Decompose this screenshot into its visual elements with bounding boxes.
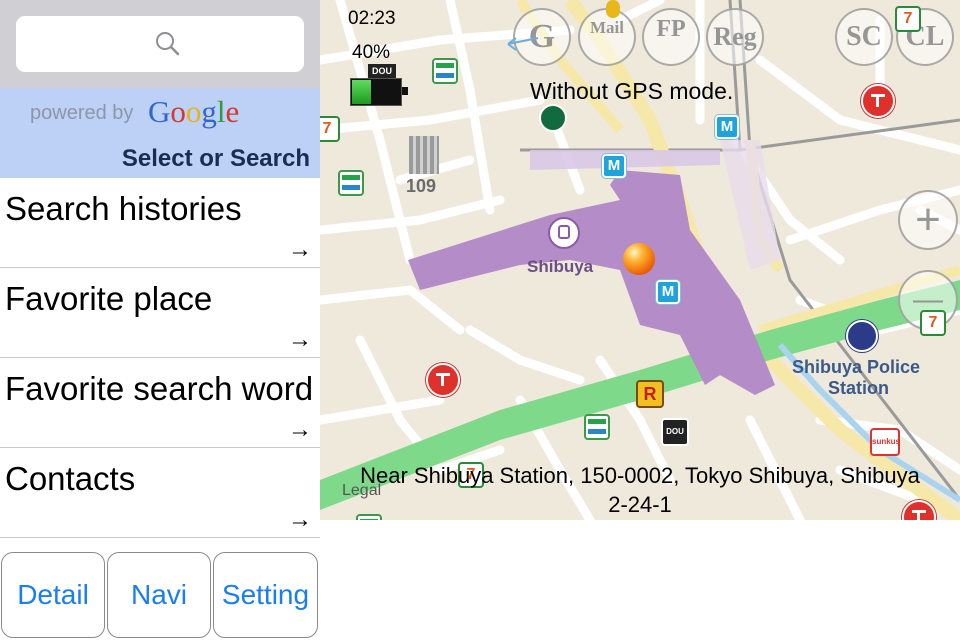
detail-button[interactable]: Detail — [1, 552, 105, 638]
arrow-right-icon: → — [288, 416, 312, 443]
building-label: 109 — [406, 176, 437, 196]
current-location-marker-icon[interactable] — [623, 243, 655, 275]
battery-icon — [350, 78, 402, 106]
arrow-right-icon: → — [288, 506, 312, 533]
google-logo-letter: l — [216, 94, 226, 129]
seven-eleven-icon: 7 — [920, 310, 946, 336]
menu-item-label: Favorite search word — [5, 370, 314, 407]
google-logo-letter: o — [185, 94, 202, 129]
menu-item-favorite-search-word[interactable]: Favorite search word → — [0, 358, 320, 448]
back-arrow-icon — [507, 37, 539, 51]
battery-tip — [402, 87, 408, 95]
sc-button[interactable]: SC — [835, 8, 893, 66]
search-icon — [156, 32, 180, 56]
police-station-label-line2: Station — [828, 378, 889, 398]
search-input[interactable] — [16, 16, 304, 72]
starbucks-icon — [539, 104, 567, 132]
post-office-icon — [861, 84, 895, 118]
search-area — [0, 0, 320, 88]
metro-station-icon: M — [602, 154, 626, 178]
dou-shop-icon: DOU — [661, 418, 689, 446]
metro-station-icon: M — [656, 280, 680, 304]
mail-button-label: Mail — [590, 18, 624, 37]
menu-item-contacts[interactable]: Contacts → — [0, 448, 320, 538]
legal-link[interactable]: Legal — [342, 482, 381, 500]
time-text: 02:23 — [348, 8, 396, 29]
menu-item-label: Contacts — [5, 460, 136, 497]
reg-button[interactable]: Reg — [706, 8, 764, 66]
metro-station-icon: M — [715, 115, 739, 139]
station-label: Shibuya — [527, 257, 594, 276]
menu-item-favorite-place[interactable]: Favorite place → — [0, 268, 320, 358]
google-logo: Google — [148, 94, 239, 130]
setting-button[interactable]: Setting — [213, 552, 318, 638]
r-shop-icon: R — [636, 380, 664, 408]
arrow-right-icon: → — [288, 326, 312, 353]
battery-fill — [352, 80, 371, 104]
google-logo-letter: G — [148, 94, 171, 129]
map-view[interactable]: 02:23 40% DOU G Mail FP Reg SC CL Withou… — [320, 0, 960, 520]
menu-item-label: Search histories — [5, 190, 242, 227]
police-station-label: Shibuya Police — [792, 357, 921, 377]
post-office-icon — [426, 363, 460, 397]
dou-badge: DOU — [368, 64, 396, 78]
battery-percent-text: 40% — [352, 42, 391, 63]
powered-by-text: powered by — [30, 102, 134, 124]
menu-item-label: Favorite place — [5, 280, 213, 317]
seven-eleven-icon: 7 — [320, 116, 340, 142]
address-line2: 2-24-1 — [608, 492, 672, 517]
google-logo-letter: e — [225, 94, 240, 129]
mail-button[interactable]: Mail — [578, 8, 636, 66]
police-icon — [846, 320, 878, 352]
familymart-icon — [338, 170, 364, 196]
building-icon — [409, 136, 439, 174]
left-panel: powered by Google Select or Search Searc… — [0, 0, 320, 640]
address-line1: Near Shibuya Station, 150-0002, Tokyo Sh… — [360, 463, 920, 488]
lock-icon — [606, 0, 620, 18]
familymart-icon — [432, 58, 458, 84]
google-logo-letter: o — [170, 94, 186, 129]
fp-button[interactable]: FP — [642, 8, 700, 66]
bottom-button-row: Detail Navi Setting — [0, 552, 320, 640]
seven-eleven-icon: 7 — [895, 6, 921, 32]
google-logo-letter: g — [201, 94, 217, 129]
menu-item-search-histories[interactable]: Search histories → — [0, 178, 320, 268]
select-or-search-label: Select or Search — [121, 145, 310, 172]
navi-button[interactable]: Navi — [107, 552, 211, 638]
train-station-icon — [548, 217, 580, 249]
sunkus-icon: sunkus — [870, 428, 900, 456]
gps-mode-text: Without GPS mode. — [530, 78, 734, 104]
fp-button-label: FP — [656, 16, 686, 42]
familymart-icon — [584, 414, 610, 440]
google-attribution-bar: powered by Google Select or Search — [0, 88, 320, 178]
zoom-in-button[interactable]: + — [898, 190, 958, 250]
arrow-right-icon: → — [288, 236, 312, 263]
